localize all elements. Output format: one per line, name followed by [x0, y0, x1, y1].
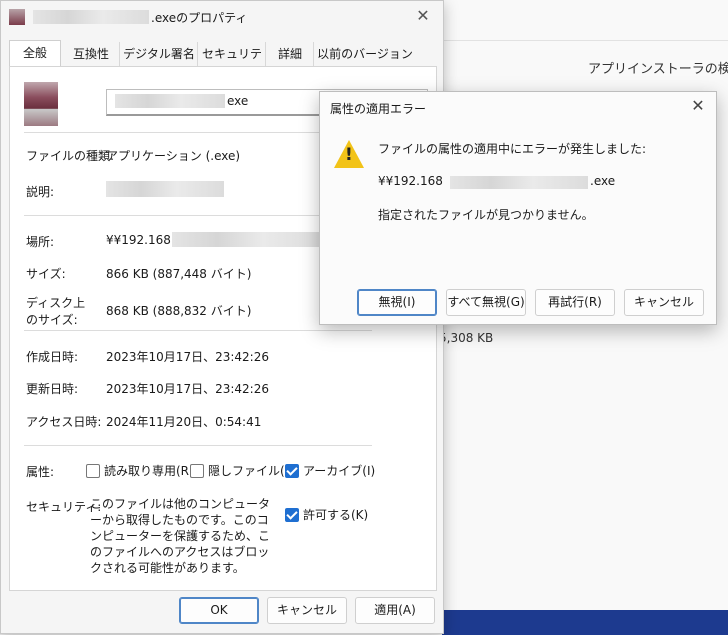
error-path-suffix: .exe — [590, 174, 616, 188]
properties-titlebar[interactable]: .exeのプロパティ ✕ — [1, 1, 443, 33]
file-icon — [24, 82, 58, 126]
created-value: 2023年10月17日、23:42:26 — [106, 350, 269, 364]
size-value: 866 KB (887,448 バイト) — [106, 267, 252, 281]
created-label: 作成日時: — [26, 350, 79, 364]
tab-general[interactable]: 全般 — [9, 40, 61, 68]
tab-bar: 全般 互換性 デジタル署名 セキュリティ 詳細 以前のバージョン — [9, 40, 435, 85]
error-message: ファイルの属性の適用中にエラーが発生しました: — [378, 142, 647, 156]
installer-title: アプリインストーラの検索 — [588, 62, 728, 77]
tab-details[interactable]: 詳細 — [267, 42, 314, 66]
retry-button[interactable]: 再試行(R) — [535, 289, 615, 316]
app-icon — [9, 9, 25, 25]
disk-size-value: 868 KB (888,832 バイト) — [106, 304, 252, 318]
checkbox-unchecked[interactable] — [190, 463, 204, 478]
ok-button[interactable]: OK — [179, 597, 259, 624]
close-icon[interactable]: ✕ — [413, 6, 433, 26]
taskbar — [442, 610, 728, 635]
disk-size-label-line1: ディスク上 — [26, 296, 86, 310]
warning-icon: ! — [334, 140, 364, 168]
properties-title: .exeのプロパティ — [151, 11, 248, 25]
cancel-button[interactable]: キャンセル — [267, 597, 347, 624]
divider — [24, 445, 372, 446]
error-path-prefix: ¥¥192.168 — [378, 174, 443, 188]
modified-label: 更新日時: — [26, 382, 79, 396]
disk-size-label-line2: のサイズ: — [26, 313, 78, 327]
archive-checkbox-label: アーカイブ(I) — [303, 464, 376, 478]
file-name-extension: exe — [227, 94, 249, 108]
close-icon[interactable]: ✕ — [688, 96, 708, 116]
cancel-button[interactable]: キャンセル — [624, 289, 704, 316]
description-label: 説明: — [26, 185, 55, 199]
tab-security[interactable]: セキュリティ — [199, 42, 266, 85]
allow-checkbox[interactable]: 許可する(K) — [285, 506, 368, 523]
checkbox-unchecked[interactable] — [86, 463, 100, 478]
allow-checkbox-label: 許可する(K) — [303, 508, 369, 522]
installer-header-divider — [443, 40, 728, 41]
tab-previous-versions[interactable]: 以前のバージョン — [315, 42, 415, 66]
security-warning-text: このファイルは他のコンピューターから取得したものです。このコンピューターを保護す… — [90, 497, 271, 575]
accessed-label: アクセス日時: — [26, 415, 102, 429]
readonly-checkbox[interactable]: 読み取り専用(R) — [86, 462, 194, 479]
error-dialog-title: 属性の適用エラー — [330, 102, 427, 116]
attribute-error-dialog: 属性の適用エラー ✕ ! ファイルの属性の適用中にエラーが発生しました: ¥¥1… — [319, 91, 717, 325]
installer-size-text: 5,308 KB — [439, 331, 494, 345]
redacted-location — [172, 232, 324, 247]
readonly-checkbox-label: 読み取り専用(R) — [104, 464, 194, 478]
apply-button[interactable]: 適用(A) — [355, 597, 435, 624]
size-label: サイズ: — [26, 267, 66, 281]
redacted-path — [450, 176, 588, 189]
checkbox-checked[interactable] — [285, 507, 299, 522]
ignore-all-button[interactable]: すべて無視(G) — [446, 289, 526, 316]
location-value: ¥¥192.168. — [106, 233, 175, 247]
accessed-value: 2024年11月20日、0:54:41 — [106, 415, 262, 429]
modified-value: 2023年10月17日、23:42:26 — [106, 382, 269, 396]
location-label: 場所: — [26, 235, 55, 249]
tab-digital-signatures[interactable]: デジタル署名 — [121, 42, 198, 66]
ignore-button[interactable]: 無視(I) — [357, 289, 437, 316]
archive-checkbox[interactable]: アーカイブ(I) — [285, 462, 375, 479]
error-detail: 指定されたファイルが見つかりません。 — [378, 208, 594, 222]
file-type-value: アプリケーション (.exe) — [106, 149, 241, 163]
hidden-checkbox[interactable]: 隠しファイル(H) — [190, 462, 298, 479]
redacted-file-name — [115, 94, 225, 108]
divider — [24, 330, 372, 331]
attributes-label: 属性: — [26, 465, 55, 479]
checkbox-checked[interactable] — [285, 463, 299, 478]
redacted-description — [106, 181, 224, 197]
tab-compatibility[interactable]: 互換性 — [63, 42, 120, 66]
file-type-label: ファイルの種類: — [26, 149, 115, 163]
redacted-file-name — [33, 10, 149, 24]
